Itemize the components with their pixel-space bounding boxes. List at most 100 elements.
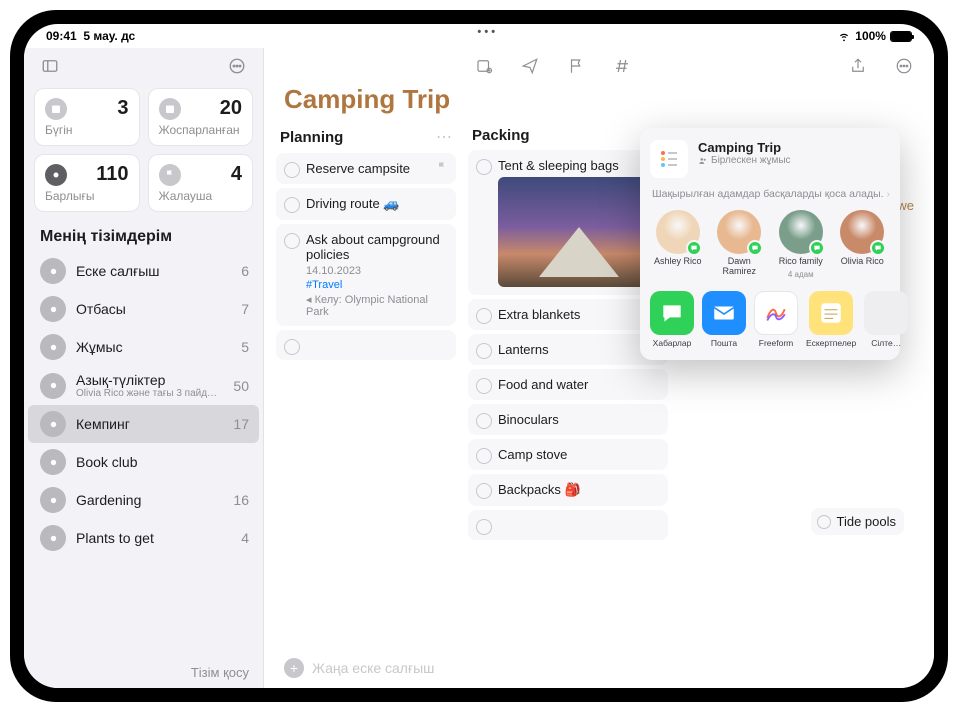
share-app[interactable]: Freeform xyxy=(754,291,798,348)
column-menu-icon[interactable]: ⋯ xyxy=(436,127,452,147)
share-contact[interactable]: Rico family 4 адам xyxy=(773,210,829,279)
main-toolbar xyxy=(264,48,934,84)
send-icon[interactable] xyxy=(516,52,544,80)
share-app[interactable]: Пошта xyxy=(702,291,746,348)
smart-flagged[interactable]: 4 Жалауша xyxy=(148,154,254,212)
list-bullet-icon xyxy=(40,411,66,437)
plus-icon: + xyxy=(284,658,304,678)
list-count: 6 xyxy=(241,263,249,279)
column-planning: Planning⋯ Reserve campsite Driving route… xyxy=(276,123,456,648)
reminder-item[interactable]: Reserve campsite xyxy=(276,153,456,184)
column-packing: Packing Tent & sleeping bags Extra blank… xyxy=(468,123,668,648)
main-content: Camping Trip Planning⋯ Reserve campsite … xyxy=(264,48,934,688)
reminder-item-empty[interactable] xyxy=(468,510,668,540)
list-bullet-icon xyxy=(40,258,66,284)
share-contacts: Ashley Rico Dawn Ramirez Rico family 4 а… xyxy=(650,210,890,279)
reminder-item[interactable]: Binoculars xyxy=(468,404,668,435)
flag-icon[interactable] xyxy=(562,52,590,80)
checkbox[interactable] xyxy=(476,519,492,535)
share-apps: Хабарлар Пошта Freeform Ескертпелер Сілт… xyxy=(650,291,890,348)
messages-badge-icon xyxy=(809,240,825,256)
list-name: Азық-түліктер xyxy=(76,372,223,388)
share-contact[interactable]: Ashley Rico xyxy=(650,210,706,279)
attachment-image[interactable] xyxy=(498,177,660,287)
checkbox[interactable] xyxy=(476,413,492,429)
reminder-item-empty[interactable] xyxy=(276,330,456,360)
reminder-item[interactable]: Tent & sleeping bags xyxy=(468,150,668,295)
list-subtitle: Olivia Rico және тағы 3 пайд… xyxy=(76,388,223,399)
share-subtitle[interactable]: Бірлескен жұмыс xyxy=(698,155,791,166)
reminder-item[interactable]: Backpacks 🎒 xyxy=(468,474,668,506)
status-date: 5 мау. дс xyxy=(83,29,135,43)
checkbox[interactable] xyxy=(284,233,300,249)
reminder-item[interactable]: Ask about campground policies 14.10.2023… xyxy=(276,224,456,326)
smart-scheduled[interactable]: 20 Жоспарланған xyxy=(148,88,254,146)
sidebar-list-item[interactable]: Gardening 16 xyxy=(28,481,259,519)
checkbox[interactable] xyxy=(476,448,492,464)
status-bar: 09:41 5 мау. дс • • • 100% xyxy=(24,24,934,48)
add-list-button[interactable]: Тізім қосу xyxy=(24,657,263,688)
new-reminder-button[interactable]: + Жаңа еске салғыш xyxy=(264,648,934,688)
sidebar-toggle-icon[interactable] xyxy=(36,52,64,80)
checkbox[interactable] xyxy=(476,159,492,175)
reminder-item[interactable]: Lanterns xyxy=(468,334,668,365)
sidebar-list-item[interactable]: Кемпинг 17 xyxy=(28,405,259,443)
status-time: 09:41 xyxy=(46,29,77,43)
smart-all[interactable]: 110 Барлығы xyxy=(34,154,140,212)
wifi-icon xyxy=(837,29,851,43)
messages-badge-icon xyxy=(686,240,702,256)
checkbox[interactable] xyxy=(817,515,831,529)
checkbox[interactable] xyxy=(284,339,300,355)
list-count: 16 xyxy=(233,492,249,508)
template-icon[interactable] xyxy=(470,52,498,80)
checkbox[interactable] xyxy=(284,197,300,213)
share-contact[interactable]: Olivia Rico xyxy=(835,210,891,279)
avatar xyxy=(840,210,884,254)
more-icon[interactable] xyxy=(890,52,918,80)
list-bullet-icon xyxy=(40,296,66,322)
sidebar: 3 Бүгін 20 Жоспарланған 110 Барлығы 4 Жа… xyxy=(24,48,264,688)
app-icon xyxy=(754,291,798,335)
avatar xyxy=(717,210,761,254)
sidebar-list-item[interactable]: Жұмыс 5 xyxy=(28,328,259,366)
sidebar-list-item[interactable]: Азық-түліктер Olivia Rico және тағы 3 па… xyxy=(28,366,259,405)
share-permissions-row[interactable]: Шақырылған адамдар басқаларды қоса алады… xyxy=(650,184,890,210)
list-count: 17 xyxy=(233,416,249,432)
share-app[interactable]: Сілте… xyxy=(864,291,908,348)
list-name: Еске салғыш xyxy=(76,263,231,279)
share-contact[interactable]: Dawn Ramirez xyxy=(712,210,768,279)
reminder-item[interactable]: Camp stove xyxy=(468,439,668,470)
sidebar-list-item[interactable]: Еске салғыш 6 xyxy=(28,252,259,290)
sidebar-list-item[interactable]: Plants to get 4 xyxy=(28,519,259,557)
share-icon[interactable] xyxy=(844,52,872,80)
reminder-item[interactable]: Driving route 🚙 xyxy=(276,188,456,220)
messages-badge-icon xyxy=(870,240,886,256)
reminder-item[interactable]: Food and water xyxy=(468,369,668,400)
page-title: Camping Trip xyxy=(264,84,934,123)
avatar xyxy=(779,210,823,254)
list-bullet-icon xyxy=(40,487,66,513)
checkbox[interactable] xyxy=(476,378,492,394)
app-name: Сілте… xyxy=(871,338,901,348)
more-menu-icon[interactable] xyxy=(223,52,251,80)
people-icon xyxy=(698,156,708,166)
contact-name: Dawn Ramirez xyxy=(712,257,768,277)
hash-icon[interactable] xyxy=(608,52,636,80)
reminder-item[interactable]: Extra blankets xyxy=(468,299,668,330)
multitask-dots[interactable]: • • • xyxy=(477,26,495,38)
sidebar-list-item[interactable]: Book club xyxy=(28,443,259,481)
list-bullet-icon xyxy=(40,525,66,551)
list-bullet-icon xyxy=(40,449,66,475)
smart-today[interactable]: 3 Бүгін xyxy=(34,88,140,146)
checkbox[interactable] xyxy=(284,162,300,178)
chevron-right-icon: › xyxy=(887,188,891,200)
battery-icon xyxy=(890,31,912,42)
reminder-item[interactable]: Tide pools xyxy=(811,508,905,535)
checkbox[interactable] xyxy=(476,308,492,324)
checkbox[interactable] xyxy=(476,343,492,359)
share-app[interactable]: Ескертпелер xyxy=(806,291,856,348)
list-name: Жұмыс xyxy=(76,339,231,355)
sidebar-list-item[interactable]: Отбасы 7 xyxy=(28,290,259,328)
share-app[interactable]: Хабарлар xyxy=(650,291,694,348)
checkbox[interactable] xyxy=(476,483,492,499)
